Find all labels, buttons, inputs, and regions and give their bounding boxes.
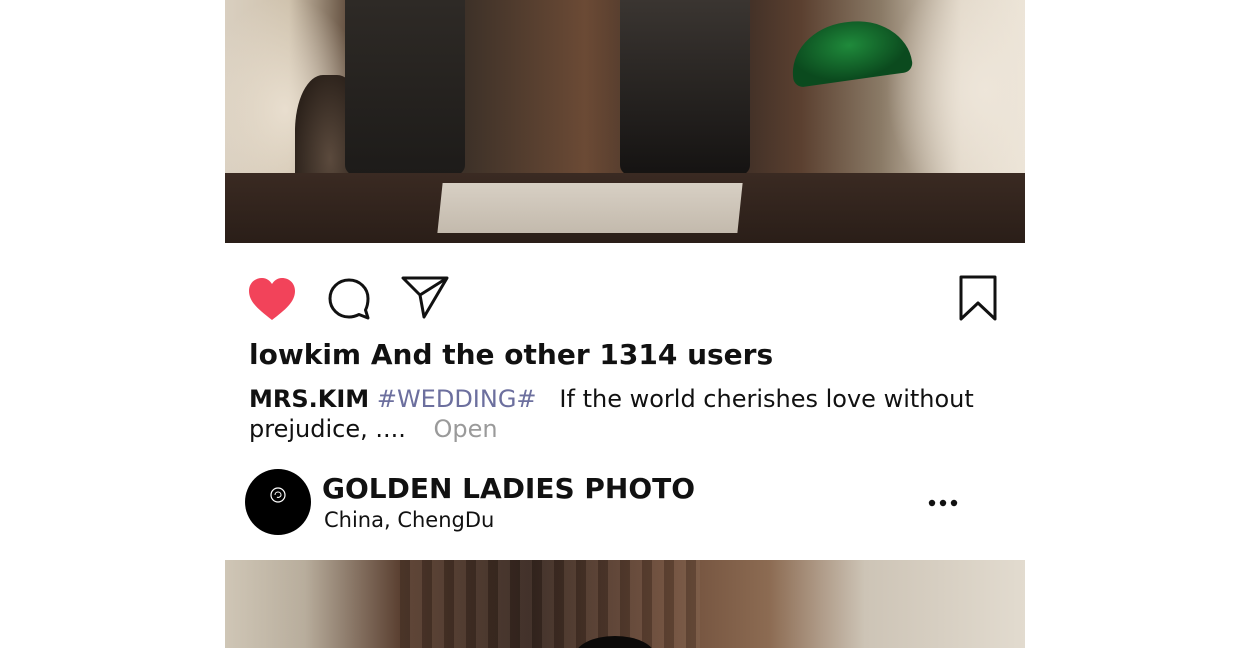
caption-text-line1: If the world cherishes love without [559,385,974,413]
likes-summary[interactable]: lowkim And the other 1314 users [249,338,773,371]
photo-detail-lamp [786,13,914,89]
heart-icon[interactable] [247,276,297,322]
account-location[interactable]: China, ChengDu [324,508,494,532]
photo-detail-curtain [400,560,700,648]
photo-detail-newspaper [437,183,743,233]
account-row: GOLDEN LADIES PHOTO China, ChengDu [225,462,1025,542]
caption-text-line2: prejudice, .... [249,415,406,443]
more-dots-icon[interactable] [928,493,958,513]
post-action-bar [225,262,1025,332]
avatar-logo [270,487,286,503]
caption-author[interactable]: MRS.KIM [249,385,369,413]
avatar[interactable] [245,469,311,535]
post-photo-bottom[interactable] [225,560,1025,648]
photo-detail-groom [345,0,465,175]
paper-plane-icon[interactable] [401,275,449,319]
post-caption: MRS.KIM #WEDDING# If the world cherishes… [249,384,1009,444]
account-name[interactable]: GOLDEN LADIES PHOTO [322,472,695,505]
bookmark-icon[interactable] [959,275,997,321]
caption-open-link[interactable]: Open [434,415,498,443]
comment-icon[interactable] [327,277,371,321]
photo-detail-bride [620,0,750,175]
caption-hashtag[interactable]: #WEDDING# [377,385,537,413]
post-photo-top[interactable] [225,0,1025,243]
